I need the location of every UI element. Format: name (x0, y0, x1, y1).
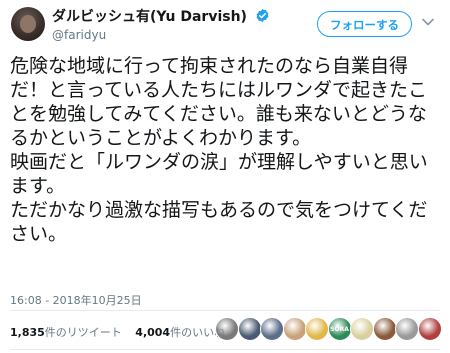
tweet-timestamp[interactable]: 16:08 - 2018年10月25日 (10, 292, 142, 308)
liker-avatar[interactable] (350, 317, 374, 341)
like-count: 4,004 (135, 326, 171, 339)
liker-avatar[interactable] (260, 317, 284, 341)
liker-avatar[interactable] (417, 317, 442, 341)
liker-avatar[interactable] (305, 317, 329, 341)
retweet-stat[interactable]: 1,835件のリツイート (10, 324, 122, 340)
liker-avatar[interactable] (372, 317, 397, 341)
display-name[interactable]: ダルビッシュ有(Yu Darvish) (52, 6, 247, 26)
liker-avatar[interactable] (215, 317, 239, 341)
tweet-header: ダルビッシュ有(Yu Darvish) @faridyu フォローする (8, 4, 442, 48)
retweet-count: 1,835 (10, 326, 45, 339)
follow-button[interactable]: フォローする (317, 11, 412, 37)
avatar-badge-text: SORA (330, 326, 349, 333)
user-handle[interactable]: @faridyu (52, 28, 270, 42)
tweet-text: 危険な地域に行って拘束されたのなら自業自得だ！と言っている人たちにはルワンダで起… (10, 55, 428, 245)
chevron-down-icon[interactable] (422, 18, 434, 26)
retweet-label: 件のリツイート (44, 326, 122, 339)
verified-badge-icon (256, 8, 269, 23)
divider (10, 310, 440, 311)
tweet-stats: 1,835件のリツイート 4,004件のいいね (10, 324, 235, 340)
liker-avatar[interactable] (395, 317, 419, 341)
liker-avatar[interactable] (237, 317, 262, 341)
liker-avatar[interactable]: SORA (327, 317, 352, 341)
liker-avatar[interactable] (282, 317, 307, 341)
user-avatar[interactable] (11, 7, 45, 41)
like-stat[interactable]: 4,004件のいいね (135, 324, 225, 340)
divider (10, 349, 440, 350)
user-name-block[interactable]: ダルビッシュ有(Yu Darvish) @faridyu (52, 5, 270, 42)
